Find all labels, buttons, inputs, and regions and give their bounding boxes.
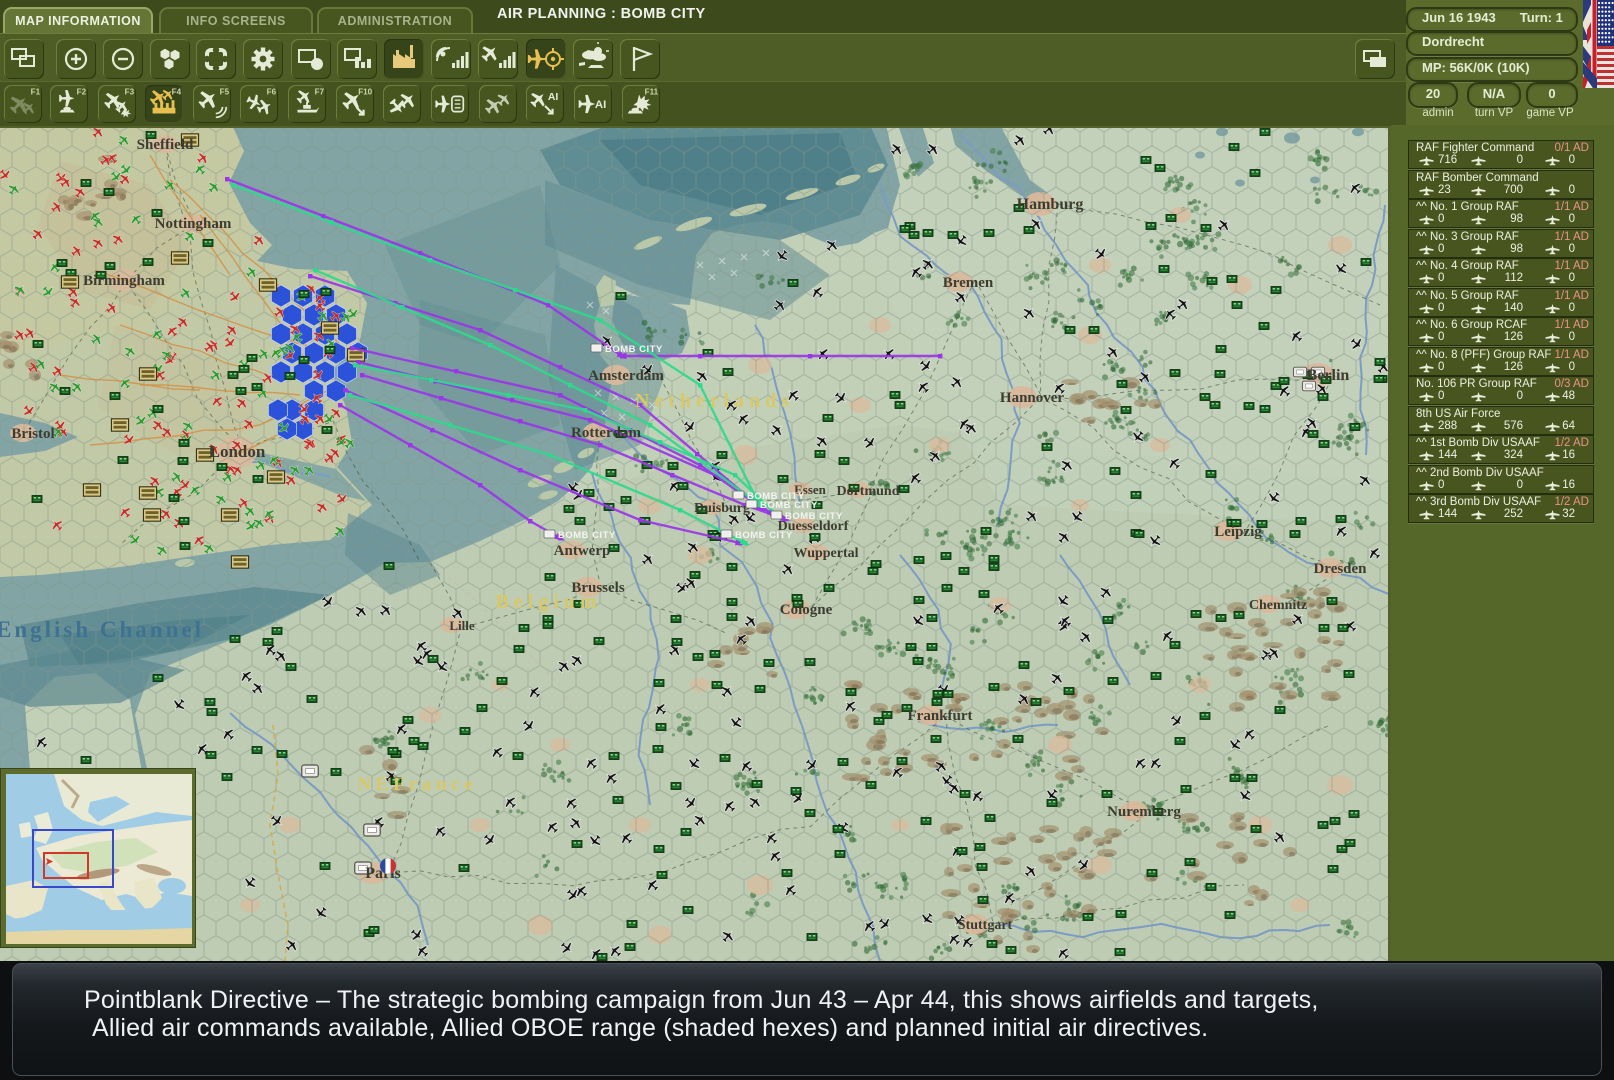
svg-text:English Channel: English Channel bbox=[0, 617, 204, 642]
svg-text:Bremen: Bremen bbox=[943, 275, 994, 291]
svg-text:Sheffield: Sheffield bbox=[137, 137, 194, 153]
svg-text:F3: F3 bbox=[125, 88, 135, 97]
svg-text:Antwerp: Antwerp bbox=[554, 543, 611, 559]
svg-text:AI: AI bbox=[595, 99, 606, 111]
svg-text:Nuremberg: Nuremberg bbox=[1107, 804, 1181, 820]
svg-text:N e t h e r l a n d s: N e t h e r l a n d s bbox=[635, 390, 789, 412]
svg-text:Hannover: Hannover bbox=[1000, 390, 1065, 406]
svg-text:Leipzig: Leipzig bbox=[1214, 524, 1262, 540]
svg-text:Hamburg: Hamburg bbox=[1017, 196, 1084, 213]
svg-text:Dortmund: Dortmund bbox=[836, 484, 899, 499]
svg-text:AI: AI bbox=[548, 92, 559, 103]
svg-text:Wuppertal: Wuppertal bbox=[793, 546, 858, 561]
svg-text:BOMB CITY: BOMB CITY bbox=[735, 530, 793, 541]
svg-text:BOMB CITY: BOMB CITY bbox=[760, 500, 818, 511]
svg-text:F11: F11 bbox=[645, 88, 659, 97]
svg-text:BOMB CITY: BOMB CITY bbox=[605, 344, 663, 355]
svg-text:Stuttgart: Stuttgart bbox=[958, 918, 1013, 933]
svg-text:F7: F7 bbox=[315, 88, 325, 97]
svg-text:F4: F4 bbox=[172, 88, 182, 97]
svg-text:F6: F6 bbox=[267, 88, 277, 97]
svg-text:Bristol: Bristol bbox=[11, 426, 54, 442]
svg-text:F2: F2 bbox=[77, 88, 87, 97]
svg-text:F5: F5 bbox=[220, 88, 230, 97]
svg-text:Chemnitz: Chemnitz bbox=[1249, 598, 1307, 613]
svg-text:Duisburg: Duisburg bbox=[694, 501, 750, 516]
svg-text:Rotterdam: Rotterdam bbox=[571, 425, 641, 441]
svg-text:F1: F1 bbox=[31, 88, 41, 97]
svg-text:B e l g i u m: B e l g i u m bbox=[495, 591, 596, 613]
svg-text:Lille: Lille bbox=[449, 618, 475, 633]
svg-text:Birmingham: Birmingham bbox=[83, 273, 165, 289]
svg-text:Dresden: Dresden bbox=[1313, 561, 1367, 577]
svg-text:Cologne: Cologne bbox=[780, 602, 833, 618]
svg-text:BOMB CITY: BOMB CITY bbox=[785, 511, 843, 522]
svg-text:Frankfurt: Frankfurt bbox=[908, 708, 973, 724]
svg-text:Nottingham: Nottingham bbox=[155, 216, 232, 232]
svg-text:N E F r a n c e: N E F r a n c e bbox=[357, 774, 473, 795]
svg-text:Berlin: Berlin bbox=[1307, 367, 1350, 384]
svg-text:Amsterdam: Amsterdam bbox=[588, 368, 664, 384]
svg-text:BOMB CITY: BOMB CITY bbox=[558, 530, 616, 541]
svg-text:London: London bbox=[209, 442, 266, 461]
svg-text:F10: F10 bbox=[358, 88, 372, 97]
